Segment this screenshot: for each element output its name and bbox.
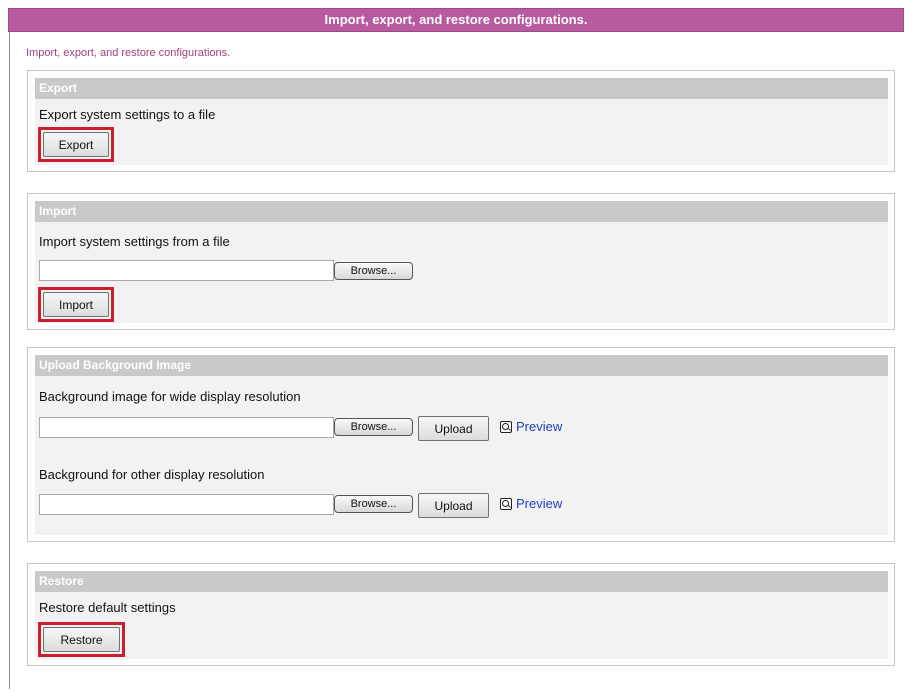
export-panel-body: Export Export system settings to a file …	[35, 78, 888, 165]
other-preview-link[interactable]: Preview	[500, 496, 562, 511]
import-panel: Import Import system settings from a fil…	[27, 193, 895, 330]
restore-description: Restore default settings	[39, 600, 176, 615]
import-button[interactable]: Import	[43, 292, 109, 317]
other-browse-button[interactable]: Browse...	[334, 495, 413, 513]
export-button[interactable]: Export	[43, 132, 109, 157]
restore-panel-body: Restore Restore default settings Restore	[35, 571, 888, 659]
wide-preview-label: Preview	[516, 419, 563, 434]
import-description: Import system settings from a file	[39, 234, 230, 249]
wide-upload-button[interactable]: Upload	[418, 416, 489, 441]
other-resolution-description: Background for other display resolution	[39, 467, 265, 482]
wide-browse-button[interactable]: Browse...	[334, 418, 413, 436]
upload-section-header: Upload Background Image	[35, 355, 888, 376]
wide-file-input[interactable]	[39, 417, 334, 438]
export-highlight: Export	[38, 127, 114, 162]
import-panel-body: Import Import system settings from a fil…	[35, 201, 888, 323]
other-preview-label: Preview	[516, 496, 563, 511]
page-title: Import, export, and restore configuratio…	[324, 12, 588, 27]
wide-resolution-description: Background image for wide display resolu…	[39, 389, 301, 404]
upload-background-panel-body: Upload Background Image Background image…	[35, 355, 888, 535]
magnifier-icon	[500, 420, 512, 433]
restore-button[interactable]: Restore	[43, 627, 120, 652]
upload-background-panel: Upload Background Image Background image…	[27, 347, 895, 542]
import-section-header: Import	[35, 201, 888, 222]
wide-preview-link[interactable]: Preview	[500, 419, 562, 434]
restore-highlight: Restore	[38, 622, 125, 657]
export-panel: Export Export system settings to a file …	[27, 70, 895, 172]
restore-section-header: Restore	[35, 571, 888, 592]
export-description: Export system settings to a file	[39, 107, 216, 122]
other-file-input[interactable]	[39, 494, 334, 515]
restore-panel: Restore Restore default settings Restore	[27, 563, 895, 666]
export-section-header: Export	[35, 78, 888, 99]
other-upload-button[interactable]: Upload	[418, 493, 489, 518]
magnifier-icon	[500, 497, 512, 510]
page-title-bar: Import, export, and restore configuratio…	[8, 8, 904, 32]
page-subtitle: Import, export, and restore configuratio…	[26, 47, 231, 59]
import-highlight: Import	[38, 287, 114, 322]
import-file-input[interactable]	[39, 260, 334, 281]
import-browse-button[interactable]: Browse...	[334, 262, 413, 280]
